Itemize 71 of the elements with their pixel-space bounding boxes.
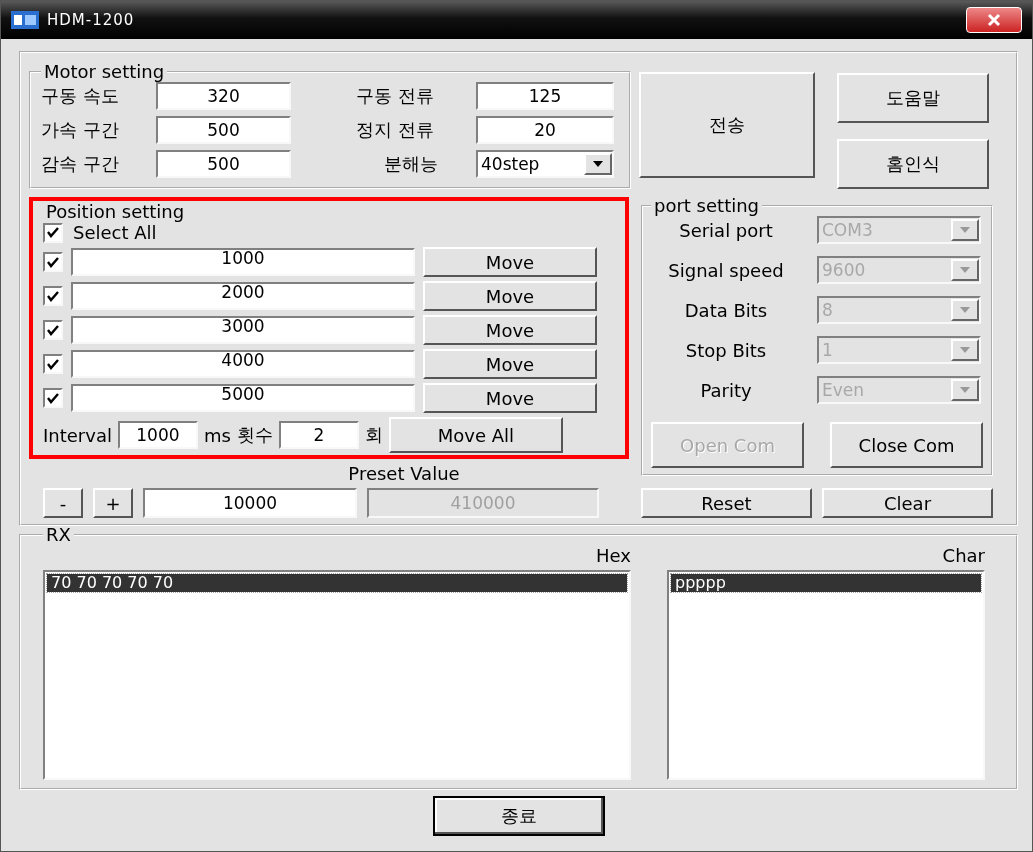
- field-label: 가속 구간: [41, 118, 120, 142]
- move-button[interactable]: Move: [423, 349, 597, 379]
- decrement-button[interactable]: -: [43, 488, 83, 518]
- list-item[interactable]: 70 70 70 70 70: [47, 574, 627, 592]
- field-label: Serial port: [678, 219, 774, 241]
- check-icon: [47, 358, 59, 370]
- app-logo-icon: [11, 11, 39, 29]
- field-label: 정지 전류: [356, 118, 435, 142]
- input-field[interactable]: 125: [476, 82, 614, 110]
- checkbox[interactable]: [43, 320, 63, 340]
- input-field[interactable]: 320: [156, 82, 291, 110]
- move-button[interactable]: Move: [423, 315, 597, 345]
- preset-title: Preset Value: [347, 463, 461, 484]
- close-com-button[interactable]: Close Com: [830, 422, 983, 468]
- input-field[interactable]: 500: [156, 150, 291, 178]
- increment-button[interactable]: +: [93, 488, 133, 518]
- check-icon: [47, 392, 59, 404]
- close-button[interactable]: [966, 7, 1022, 33]
- exit-button[interactable]: 종료: [432, 796, 605, 836]
- checkbox[interactable]: [43, 388, 63, 408]
- field-label: Interval: [43, 424, 112, 446]
- group-title: RX: [45, 524, 72, 545]
- count-field[interactable]: 2: [278, 421, 359, 449]
- move-all-button[interactable]: Move All: [388, 417, 563, 453]
- move-button[interactable]: Move: [423, 281, 597, 311]
- input-field[interactable]: 20: [476, 116, 614, 144]
- position-field[interactable]: 2000: [71, 282, 415, 310]
- unit-label: 회: [364, 423, 383, 447]
- field-label: Parity: [699, 379, 753, 401]
- field-label: Signal speed: [667, 259, 785, 281]
- position-field[interactable]: 5000: [71, 384, 415, 412]
- list-header: Hex: [596, 545, 631, 566]
- help-button[interactable]: 도움말: [837, 73, 989, 123]
- position-field[interactable]: 1000: [71, 248, 415, 276]
- preset-field[interactable]: 10000: [143, 488, 357, 518]
- unit-label: ms: [203, 424, 231, 446]
- field-label: 구동 속도: [41, 84, 120, 108]
- field-label: Data Bits: [683, 299, 769, 321]
- group-title: Position setting: [45, 201, 186, 222]
- interval-field[interactable]: 1000: [117, 421, 198, 449]
- window-title: HDM-1200: [47, 11, 136, 29]
- group-title: Motor setting: [43, 61, 166, 82]
- resolution-dropdown[interactable]: 40step: [476, 150, 614, 178]
- check-icon: [47, 290, 59, 302]
- check-icon: [47, 256, 59, 268]
- checkbox-label: Select All: [73, 222, 157, 243]
- checkbox[interactable]: [43, 252, 63, 272]
- move-button[interactable]: Move: [423, 247, 597, 277]
- send-button[interactable]: 전송: [639, 72, 815, 178]
- group-title: port setting: [653, 195, 761, 216]
- field-label: 감속 구간: [41, 152, 120, 176]
- position-field[interactable]: 3000: [71, 316, 415, 344]
- field-label: 구동 전류: [356, 84, 435, 108]
- checkbox[interactable]: [43, 354, 63, 374]
- field-label: Stop Bits: [684, 339, 768, 361]
- input-field[interactable]: 500: [156, 116, 291, 144]
- close-icon: [987, 13, 1001, 27]
- home-button[interactable]: 홈인식: [837, 139, 989, 189]
- move-button[interactable]: Move: [423, 383, 597, 413]
- list-header: Char: [942, 545, 985, 566]
- list-item[interactable]: ppppp: [671, 574, 981, 592]
- checkbox[interactable]: [43, 222, 63, 243]
- reset-button[interactable]: Reset: [641, 488, 812, 518]
- position-field[interactable]: 4000: [71, 350, 415, 378]
- clear-button[interactable]: Clear: [822, 488, 993, 518]
- check-icon: [47, 324, 59, 336]
- checkbox[interactable]: [43, 286, 63, 306]
- preset-readout: 410000: [367, 488, 599, 518]
- field-label: 횟수: [236, 423, 273, 447]
- field-label: 분해능: [383, 152, 439, 176]
- check-icon: [47, 227, 59, 238]
